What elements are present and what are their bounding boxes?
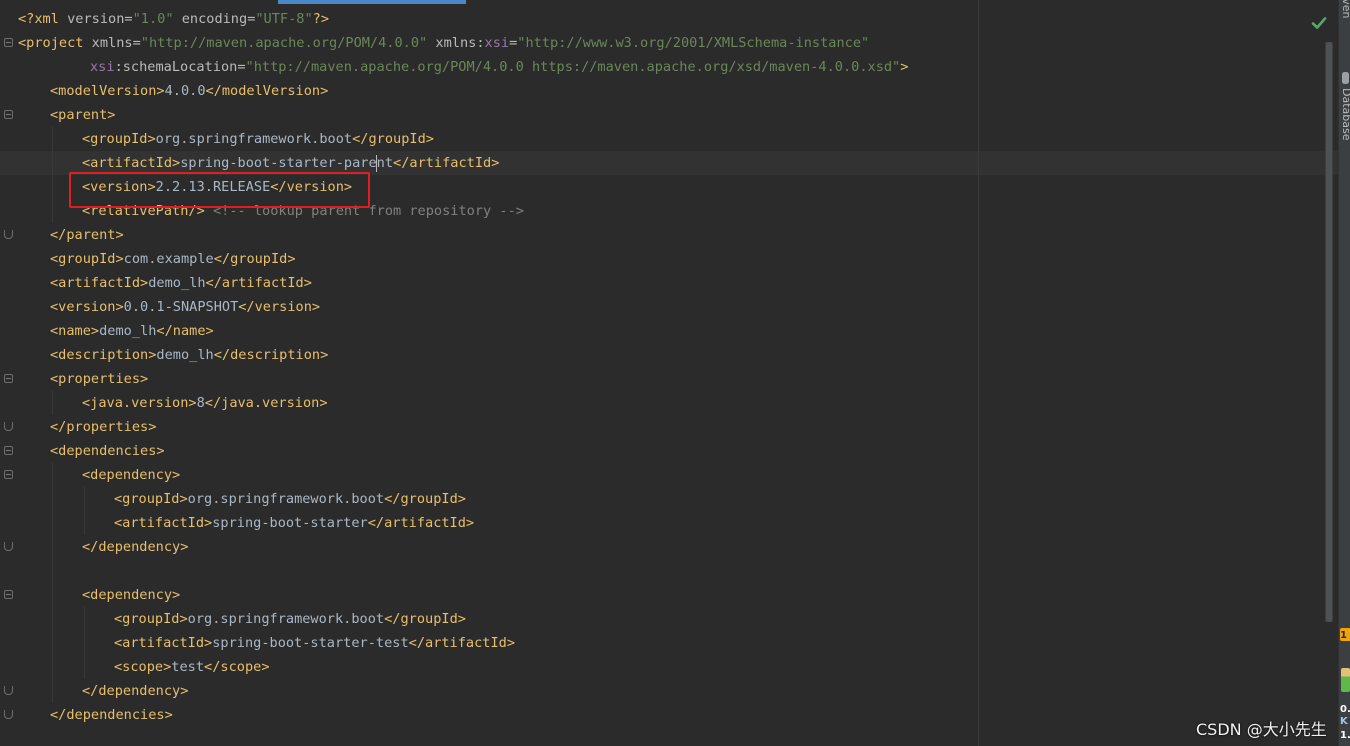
version-highlight-box [69, 172, 370, 208]
fold-expanded-icon[interactable] [4, 590, 13, 599]
code-line: <dependency> [0, 463, 908, 487]
memory-value: 0.1 [1340, 704, 1350, 715]
code-line: </parent> [0, 223, 908, 247]
code-line: <properties> [0, 367, 908, 391]
code-line: <groupId>org.springframework.boot</group… [114, 611, 466, 627]
code-line: <modelVersion>4.0.0</modelVersion> [50, 83, 329, 99]
code-line: <groupId>org.springframework.boot</group… [114, 491, 466, 507]
code-line: </dependency> [0, 535, 908, 559]
right-tool-window-bar: Maven Database 1 0.1 K 1.1 [1338, 0, 1350, 746]
code-line: </dependencies> [0, 703, 908, 727]
vertical-scrollbar-thumb[interactable] [1326, 42, 1332, 622]
code-line: xsi:schemaLocation="http://maven.apache.… [90, 59, 909, 75]
fold-end-icon[interactable] [4, 710, 13, 719]
fold-end-icon[interactable] [4, 230, 13, 239]
inspection-ok-check-icon[interactable] [1310, 14, 1328, 32]
right-margin-guide [978, 0, 979, 746]
code-line: <artifactId>spring-boot-starter</artifac… [114, 515, 475, 531]
code-editor[interactable]: <?xml version="1.0" encoding="UTF-8"?> <… [0, 0, 1338, 746]
fold-end-icon[interactable] [4, 422, 13, 431]
memory-indicator-icon[interactable] [1341, 668, 1350, 692]
fold-expanded-icon[interactable] [4, 38, 13, 47]
code-line: <artifactId>demo_lh</artifactId> [50, 275, 312, 291]
code-line: <artifactId>spring-boot-starter-test</ar… [114, 635, 516, 651]
code-line: <dependency> [0, 583, 908, 607]
code-line: <groupId>com.example</groupId> [50, 251, 296, 267]
database-icon [1342, 72, 1349, 84]
fold-end-icon[interactable] [4, 686, 13, 695]
code-line: <description>demo_lh</description> [50, 347, 329, 363]
code-line: <version>0.0.1-SNAPSHOT</version> [50, 299, 321, 315]
fold-expanded-icon[interactable] [4, 446, 13, 455]
memory-value-2: 1.1 [1340, 730, 1350, 741]
watermark-text: CSDN @大小先生 [1196, 720, 1327, 739]
database-tool-tab[interactable]: Database [1340, 88, 1350, 141]
notification-count: 1 [1340, 630, 1347, 641]
code-line: <parent> [0, 103, 908, 127]
code-line: </dependency> [0, 679, 908, 703]
code-line: <java.version>8</java.version> [82, 395, 328, 411]
fold-end-icon[interactable] [4, 542, 13, 551]
code-line: <scope>test</scope> [114, 659, 270, 675]
code-area[interactable]: <?xml version="1.0" encoding="UTF-8"?> <… [0, 7, 908, 727]
fold-expanded-icon[interactable] [4, 470, 13, 479]
active-tab-indicator [278, 0, 466, 4]
maven-tool-tab[interactable]: Maven [1340, 0, 1350, 18]
code-line: <project xmlns="http://maven.apache.org/… [0, 31, 908, 55]
fold-expanded-icon[interactable] [4, 110, 13, 119]
code-line: </properties> [0, 415, 908, 439]
code-line: <?xml version="1.0" encoding="UTF-8"?> [18, 11, 330, 27]
code-line: <dependencies> [0, 439, 908, 463]
code-line: <groupId>org.springframework.boot</group… [82, 131, 434, 147]
code-line: <name>demo_lh</name> [50, 323, 214, 339]
fold-expanded-icon[interactable] [4, 374, 13, 383]
memory-unit: K [1340, 716, 1348, 727]
